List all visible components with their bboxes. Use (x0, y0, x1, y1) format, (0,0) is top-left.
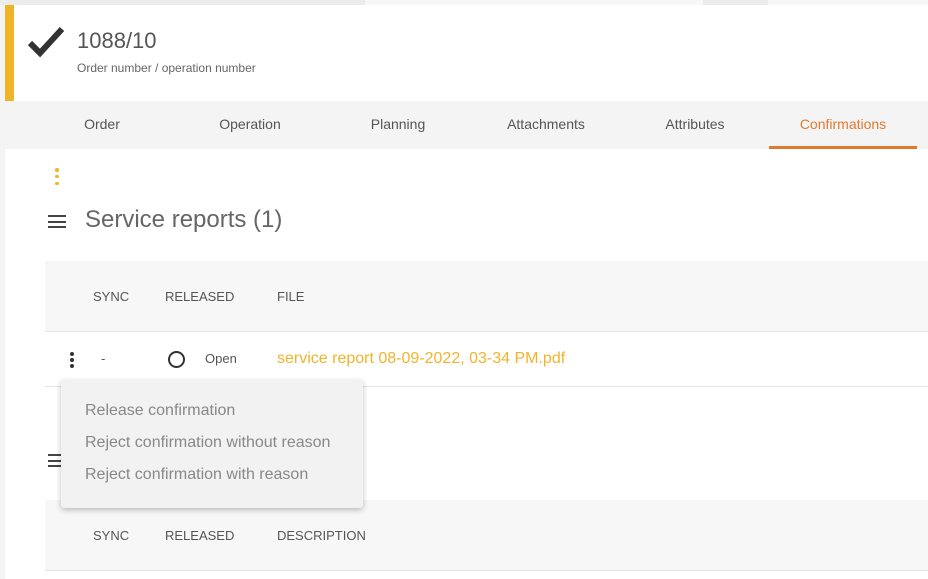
row-actions-icon[interactable] (70, 352, 74, 368)
tab-attributes[interactable]: Attributes (621, 101, 769, 149)
more-options-icon[interactable] (55, 168, 59, 185)
page-subtitle: Order number / operation number (77, 61, 256, 75)
tab-confirmations[interactable]: Confirmations (769, 101, 917, 149)
column-header-released: RELEASED (165, 289, 235, 304)
section-title-service-reports: Service reports (1) (85, 206, 283, 233)
second-table-header: SYNC RELEASED DESCRIPTION (45, 500, 928, 571)
released-status: Open (205, 351, 237, 366)
order-header: 1088/10 Order number / operation number (5, 5, 928, 101)
released-radio[interactable] (168, 351, 185, 368)
tab-attachments[interactable]: Attachments (472, 101, 620, 149)
column-header-sync: SYNC (93, 528, 130, 543)
tab-planning[interactable]: Planning (324, 101, 472, 149)
confirmations-panel: Service reports (1) SYNC RELEASED FILE -… (5, 149, 928, 579)
page-title: 1088/10 (77, 28, 157, 53)
menu-icon[interactable] (48, 215, 66, 228)
file-link[interactable]: service report 08-09-2022, 03-34 PM.pdf (277, 332, 565, 387)
tab-bar: Order Operation Planning Attachments Att… (5, 101, 928, 149)
reject-without-reason-item[interactable]: Reject confirmation without reason (61, 427, 363, 459)
column-header-released: RELEASED (165, 528, 235, 543)
column-header-description: DESCRIPTION (277, 528, 366, 543)
sync-value: - (101, 351, 106, 366)
header-accent-bar (5, 5, 14, 101)
check-icon (27, 26, 65, 58)
tab-operation[interactable]: Operation (176, 101, 324, 149)
column-header-file: FILE (277, 289, 305, 304)
table-row: - Open service report 08-09-2022, 03-34 … (45, 332, 928, 387)
column-header-sync: SYNC (93, 289, 130, 304)
tab-order[interactable]: Order (28, 101, 176, 149)
reject-with-reason-item[interactable]: Reject confirmation with reason (61, 459, 363, 491)
context-menu: Release confirmation Reject confirmation… (61, 380, 363, 508)
release-confirmation-item[interactable]: Release confirmation (61, 395, 363, 427)
service-reports-table-header: SYNC RELEASED FILE (45, 261, 928, 332)
